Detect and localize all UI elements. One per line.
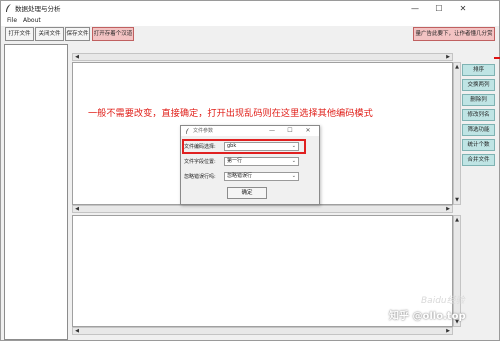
- open-multiple-button[interactable]: 打开存着个汉道: [92, 27, 134, 41]
- delete-column-button[interactable]: 删除列: [462, 94, 495, 106]
- file-list-panel[interactable]: [4, 44, 68, 340]
- scroll-left-icon[interactable]: ◀: [74, 54, 80, 60]
- close-button[interactable]: ✕: [452, 2, 474, 15]
- dialog-title: 文件参数: [193, 128, 214, 134]
- header-row-select[interactable]: 第一行 ⌄: [224, 157, 299, 166]
- merge-files-button[interactable]: 合并文件: [462, 154, 495, 166]
- error-lines-label: 忽略错误行吗:: [184, 174, 216, 180]
- app-window: 数据处理与分析 — ☐ ✕ File About 打开文件 关闭文件 保存文件 …: [0, 0, 500, 341]
- scroll-left-icon[interactable]: ◀: [74, 328, 80, 334]
- scroll-up-icon[interactable]: ▲: [454, 64, 460, 70]
- header-row-label: 文件字段位置:: [184, 159, 216, 165]
- encoding-label: 文件编码选择:: [184, 144, 216, 150]
- scroll-right-icon[interactable]: ▶: [445, 328, 451, 334]
- top-horizontal-scrollbar[interactable]: ◀ ▶: [72, 53, 453, 61]
- chevron-down-icon: ⌄: [291, 143, 296, 149]
- close-file-button[interactable]: 关闭文件: [35, 27, 64, 41]
- ok-button[interactable]: 确定: [227, 187, 267, 199]
- file-params-dialog: 文件参数 — ☐ ✕ 文件编码选择: gbk ⌄ 文件字段位置: 第一行 ⌄ 忽…: [180, 125, 320, 205]
- swap-columns-button[interactable]: 交换两列: [462, 79, 495, 91]
- title-bar: 数据处理与分析 — ☐ ✕: [1, 1, 499, 16]
- feather-icon: [6, 4, 11, 12]
- sort-button[interactable]: 排序: [462, 64, 495, 76]
- scroll-left-icon[interactable]: ◀: [74, 206, 80, 212]
- scroll-down-icon[interactable]: ▼: [454, 197, 460, 203]
- annotation-text: 一般不需要改变，直接确定，打开出现乱码则在这里选择其他编码模式: [88, 108, 373, 119]
- error-lines-select[interactable]: 忽略错误行 ⌄: [224, 172, 299, 181]
- minimize-button[interactable]: —: [404, 2, 426, 15]
- window-title: 数据处理与分析: [15, 5, 61, 13]
- dialog-minimize-button[interactable]: —: [267, 126, 277, 136]
- dialog-maximize-button[interactable]: ☐: [285, 126, 295, 136]
- scroll-up-icon[interactable]: ▲: [454, 217, 460, 223]
- encoding-value: gbk: [227, 143, 237, 149]
- rename-column-button[interactable]: 修改列名: [462, 109, 495, 121]
- dialog-title-bar: 文件参数 — ☐ ✕: [181, 126, 319, 136]
- chevron-down-icon: ⌄: [291, 158, 296, 164]
- open-file-button[interactable]: 打开文件: [5, 27, 34, 41]
- filter-button[interactable]: 筛选功能: [462, 124, 495, 136]
- middle-horizontal-scrollbar[interactable]: ◀ ▶: [72, 205, 453, 213]
- toolbar: 打开文件 关闭文件 保存文件 打开存着个汉道 量广告此要下，让作者懂几分赏: [1, 26, 499, 42]
- zhihu-watermark: 知乎 @ollo.top: [389, 311, 466, 322]
- header-row-value: 第一行: [227, 158, 243, 164]
- bottom-horizontal-scrollbar[interactable]: ◀ ▶: [72, 327, 453, 335]
- baidu-watermark: Baidu经验: [421, 296, 465, 306]
- feather-icon: [186, 128, 189, 134]
- dialog-close-button[interactable]: ✕: [303, 126, 313, 136]
- save-file-button[interactable]: 保存文件: [65, 27, 90, 41]
- scroll-right-icon[interactable]: ▶: [445, 206, 451, 212]
- error-lines-value: 忽略错误行: [227, 173, 253, 179]
- encoding-select[interactable]: gbk ⌄: [224, 142, 299, 151]
- menu-bar: File About: [1, 16, 499, 26]
- count-button[interactable]: 统计个数: [462, 139, 495, 151]
- menu-file[interactable]: File: [7, 16, 17, 26]
- maximize-button[interactable]: ☐: [428, 2, 450, 15]
- support-author-button[interactable]: 量广告此要下，让作者懂几分赏: [413, 27, 495, 41]
- scroll-right-icon[interactable]: ▶: [445, 54, 451, 60]
- red-marker: [494, 57, 500, 59]
- menu-about[interactable]: About: [23, 16, 41, 26]
- chevron-down-icon: ⌄: [291, 173, 296, 179]
- top-vertical-scrollbar[interactable]: ▲ ▼: [453, 62, 461, 205]
